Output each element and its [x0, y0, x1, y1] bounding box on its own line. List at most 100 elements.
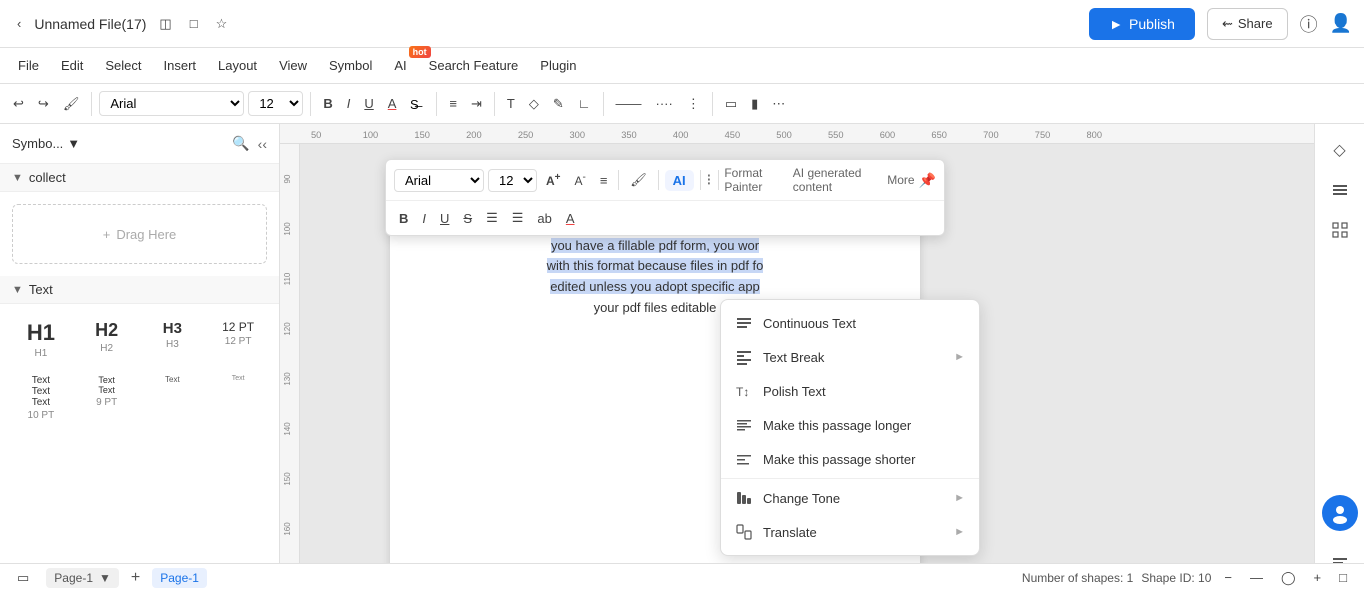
menu-ai[interactable]: AI hot [384, 54, 416, 77]
font-size-select[interactable]: 12 10 14 18 24 [248, 91, 303, 116]
underline-button[interactable]: U [359, 92, 378, 115]
zoom-in-button[interactable]: + [1309, 566, 1327, 589]
text-color-button[interactable]: A [383, 92, 402, 115]
h2-style[interactable]: H2 H2 [78, 316, 136, 363]
collect-section-label: collect [29, 170, 66, 185]
align-center-button[interactable]: ≡ [444, 92, 462, 115]
ft-italic-button[interactable]: I [417, 208, 431, 229]
menu-file[interactable]: File [8, 54, 49, 77]
menu-symbol[interactable]: Symbol [319, 54, 382, 77]
help-icon[interactable]: ⓘ [1300, 11, 1318, 37]
ctx-translate[interactable]: Translate ► [721, 515, 979, 549]
ft-increase-btn[interactable]: A+ [541, 169, 566, 191]
right-tool-layers[interactable] [1322, 172, 1358, 208]
publish-button[interactable]: ► Publish [1089, 8, 1195, 40]
ft-strikethrough-button[interactable]: S [458, 208, 477, 229]
ft-decrease-btn[interactable]: A- [570, 169, 591, 191]
ft-format-painter-label: Format Painter [724, 166, 788, 194]
pt12-style[interactable]: 12 PT 12 PT [209, 316, 267, 363]
font-family-select[interactable]: Arial Times New Roman Helvetica [99, 91, 244, 116]
menu-layout[interactable]: Layout [208, 54, 267, 77]
ft-list-button[interactable]: ☰ [507, 207, 529, 229]
ctx-continuous-text[interactable]: Continuous Text [721, 306, 979, 340]
canvas-area[interactable]: 90 100 110 120 130 140 150 160 in an edi… [280, 144, 1314, 563]
menu-view[interactable]: View [269, 54, 317, 77]
zoom-dash-button[interactable]: — [1245, 566, 1268, 589]
star-button[interactable]: ☆ [211, 12, 233, 36]
right-tool-grid[interactable] [1322, 212, 1358, 248]
ft-linespacing-button[interactable]: ☰ [481, 207, 503, 229]
ft-ai-button[interactable]: AI [665, 170, 694, 191]
ctx-make-shorter[interactable]: Make this passage shorter [721, 442, 979, 476]
zoom-out-button[interactable]: − [1219, 566, 1237, 589]
current-page-tab[interactable]: Page-1 [152, 568, 207, 588]
connector-button[interactable]: ∟ [573, 92, 596, 115]
paint-button[interactable]: 🖌 [58, 92, 85, 116]
ft-paint-btn[interactable]: 🖌 [625, 169, 652, 191]
ctx-polish-text[interactable]: T↕ Polish Text [721, 374, 979, 408]
add-page-button[interactable]: + [131, 569, 140, 587]
h3-style[interactable]: H3 H3 [144, 316, 202, 363]
main-area: Symbo... ▼ 🔍 ‹‹ ▼ collect + Drag Here ▼ … [0, 124, 1364, 591]
panel-search-button[interactable]: 🔍 [232, 135, 249, 152]
pen-button[interactable]: ✎ [548, 92, 569, 116]
collect-section-header[interactable]: ▼ collect [0, 164, 279, 192]
more-button[interactable]: ⋯ [767, 92, 790, 116]
export-button[interactable]: □ [185, 12, 203, 35]
strikethrough-button[interactable]: S̶ [405, 93, 429, 115]
pt9-style[interactable]: TextText 9 PT [78, 371, 136, 425]
ft-align-btn[interactable]: ≡ [595, 170, 613, 191]
ft-bold-button[interactable]: B [394, 208, 413, 229]
view-toggle-button[interactable]: ▭ [12, 566, 34, 590]
ctx-change-tone[interactable]: Change Tone ► [721, 481, 979, 515]
line-style-button[interactable]: —— [611, 92, 647, 115]
bold-button[interactable]: B [318, 92, 337, 115]
frame-button[interactable]: ▭ [720, 92, 742, 116]
ft-case-button[interactable]: ab [532, 208, 556, 229]
menu-search[interactable]: Search Feature [419, 54, 529, 77]
lines1-style[interactable]: Text [144, 371, 202, 425]
italic-button[interactable]: I [342, 92, 356, 115]
user-avatar[interactable]: 👤 [1330, 13, 1352, 34]
ft-divider-3 [700, 170, 701, 190]
undo-button[interactable]: ↩ [8, 92, 29, 116]
ft-textcolor-button[interactable]: A [561, 208, 580, 229]
fill-button[interactable]: ◇ [524, 92, 544, 116]
left-panel: Symbo... ▼ 🔍 ‹‹ ▼ collect + Drag Here ▼ … [0, 124, 280, 591]
border-style-button[interactable]: ···· [651, 92, 678, 115]
crop-button[interactable]: ▮ [746, 92, 763, 116]
menu-plugin[interactable]: Plugin [530, 54, 586, 77]
zoom-circle-button[interactable]: ◯ [1276, 566, 1301, 590]
lines2-style[interactable]: Text [209, 371, 267, 425]
pt10-style[interactable]: TextTextText 10 PT [12, 371, 70, 425]
h2-sample: H2 [95, 320, 118, 341]
svg-text:650: 650 [931, 130, 947, 140]
ctx-make-longer[interactable]: Make this passage longer [721, 408, 979, 442]
ft-size-select[interactable]: 12 [488, 169, 537, 192]
fit-screen-button[interactable]: □ [1334, 566, 1352, 589]
page-tab-selector[interactable]: Page-1 ▼ [46, 568, 119, 588]
dashed-button[interactable]: ⋮ [682, 92, 705, 116]
ft-more-button[interactable]: ⁝ [706, 170, 711, 190]
menu-insert[interactable]: Insert [154, 54, 207, 77]
panels-button[interactable]: ◫ [154, 12, 176, 36]
ft-pin-button[interactable]: 📌 [919, 172, 936, 189]
ft-font-select[interactable]: Arial [394, 169, 484, 192]
drag-here-area[interactable]: + Drag Here [12, 204, 267, 264]
menu-select[interactable]: Select [95, 54, 151, 77]
ft-underline-button[interactable]: U [435, 208, 454, 229]
share-icon: ⇜ [1222, 16, 1233, 32]
ai-chat-avatar[interactable] [1322, 495, 1358, 531]
right-tool-shapes[interactable]: ◇ [1322, 132, 1358, 168]
menu-edit[interactable]: Edit [51, 54, 93, 77]
h1-style[interactable]: H1 H1 [12, 316, 70, 363]
back-button[interactable]: ‹ [12, 12, 26, 35]
share-button[interactable]: ⇜ Share [1207, 8, 1288, 40]
paragraph-button[interactable]: ⇥ [466, 92, 487, 116]
redo-button[interactable]: ↪ [33, 92, 54, 116]
ctx-text-break[interactable]: Text Break ► [721, 340, 979, 374]
panel-collapse-button[interactable]: ‹‹ [258, 135, 267, 152]
text-section-header[interactable]: ▼ Text [0, 276, 279, 304]
filename: Unnamed File(17) [34, 16, 146, 32]
text-frame-button[interactable]: T [502, 92, 520, 115]
